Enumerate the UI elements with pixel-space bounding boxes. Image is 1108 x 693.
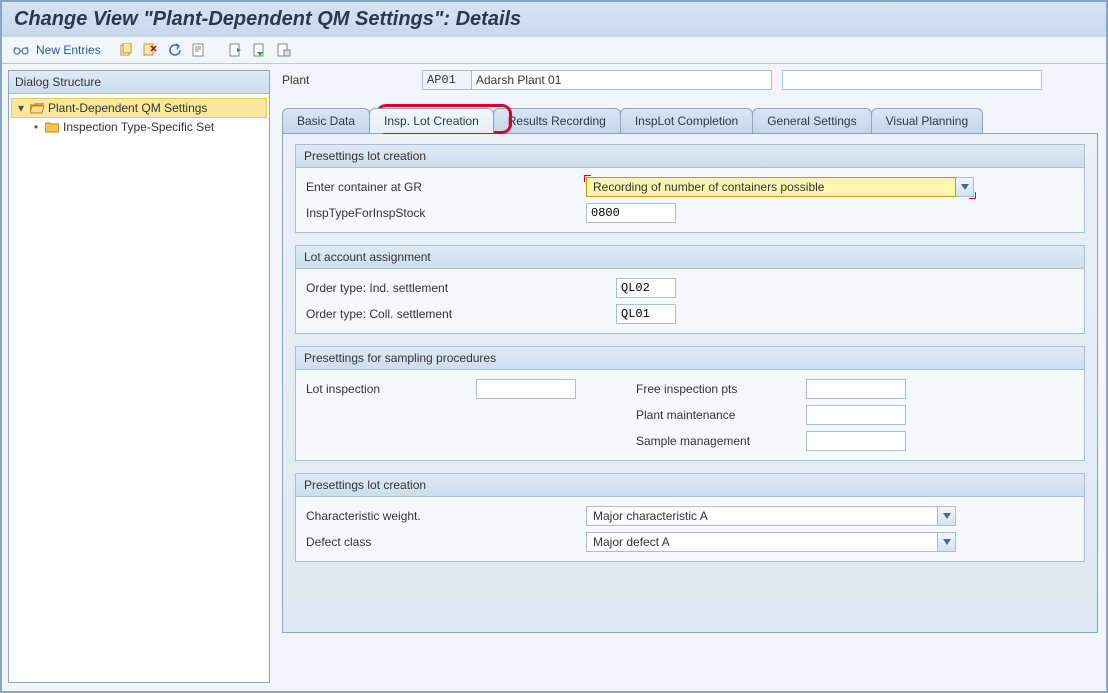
chevron-down-icon[interactable] [956, 177, 974, 197]
folder-icon [45, 122, 59, 133]
tab-insplot-completion[interactable]: InspLot Completion [620, 108, 753, 133]
free-insp-pts-label: Free inspection pts [636, 382, 796, 396]
insp-type-label: InspTypeForInspStock [306, 206, 576, 220]
plant-maintenance-label: Plant maintenance [636, 408, 796, 422]
plant-code[interactable]: AP01 [422, 70, 472, 90]
group-sampling-procedures: Presettings for sampling procedures Lot … [295, 346, 1085, 461]
free-insp-pts-input[interactable] [806, 379, 906, 399]
tree-toggle-icon[interactable]: ▾ [16, 101, 26, 115]
tab-insp-lot-creation[interactable]: Insp. Lot Creation [369, 108, 494, 133]
insp-type-input[interactable] [586, 203, 676, 223]
plant-extra-field[interactable] [782, 70, 1042, 90]
plant-row: Plant AP01 Adarsh Plant 01 [282, 70, 1098, 90]
group-header: Presettings lot creation [296, 145, 1084, 168]
tree-bullet-icon: • [31, 120, 41, 134]
tree-item-label: Plant-Dependent QM Settings [48, 101, 207, 115]
lot-inspection-input[interactable] [476, 379, 576, 399]
page-icon[interactable] [189, 41, 207, 59]
sidebar: Dialog Structure ▾ Plant-Dependent QM Se… [8, 70, 270, 683]
sample-mgmt-input[interactable] [806, 431, 906, 451]
undo-icon[interactable] [165, 41, 183, 59]
new-entries-link[interactable]: New Entries [36, 43, 101, 57]
copy-icon[interactable] [117, 41, 135, 59]
tab-content: Presettings lot creation Enter container… [282, 133, 1098, 633]
page-down-icon[interactable] [251, 41, 269, 59]
group-header: Presettings for sampling procedures [296, 347, 1084, 370]
group-header: Lot account assignment [296, 246, 1084, 269]
char-weight-label: Characteristic weight. [306, 509, 576, 523]
char-weight-dropdown[interactable]: Major characteristic A [586, 506, 956, 526]
coll-settlement-label: Order type: Coll. settlement [306, 307, 606, 321]
sample-mgmt-label: Sample management [636, 434, 796, 448]
chevron-down-icon[interactable] [938, 506, 956, 526]
dropdown-value: Major defect A [586, 532, 938, 552]
sidebar-header: Dialog Structure [9, 71, 269, 94]
tab-visual-planning[interactable]: Visual Planning [871, 108, 984, 133]
group-presettings-lot-creation-2: Presettings lot creation Characteristic … [295, 473, 1085, 562]
page-next-icon[interactable] [227, 41, 245, 59]
tab-results-recording[interactable]: Results Recording [493, 108, 621, 133]
tab-basic-data[interactable]: Basic Data [282, 108, 370, 133]
main-area: Dialog Structure ▾ Plant-Dependent QM Se… [2, 64, 1106, 683]
defect-class-dropdown[interactable]: Major defect A [586, 532, 956, 552]
chevron-down-icon[interactable] [938, 532, 956, 552]
folder-open-icon [30, 103, 44, 114]
title-bar: Change View "Plant-Dependent QM Settings… [2, 2, 1106, 37]
app-window: Change View "Plant-Dependent QM Settings… [0, 0, 1108, 693]
content: Plant AP01 Adarsh Plant 01 Basic Data In… [270, 64, 1106, 683]
glasses-icon[interactable] [12, 41, 30, 59]
tab-strip: Basic Data Insp. Lot Creation Results Re… [282, 108, 1098, 133]
ind-settlement-label: Order type: Ind. settlement [306, 281, 606, 295]
dropdown-value: Major characteristic A [586, 506, 938, 526]
group-header: Presettings lot creation [296, 474, 1084, 497]
delete-icon[interactable] [141, 41, 159, 59]
group-lot-account-assignment: Lot account assignment Order type: Ind. … [295, 245, 1085, 334]
tree: ▾ Plant-Dependent QM Settings • Inspecti… [9, 94, 269, 140]
ind-settlement-input[interactable] [616, 278, 676, 298]
dropdown-value: Recording of number of containers possib… [586, 177, 956, 197]
tree-item-insp-type[interactable]: • Inspection Type-Specific Set [11, 118, 267, 136]
page-title: Change View "Plant-Dependent QM Settings… [14, 8, 1094, 31]
plant-maintenance-input[interactable] [806, 405, 906, 425]
tab-general-settings[interactable]: General Settings [752, 108, 871, 133]
tree-item-label: Inspection Type-Specific Set [63, 120, 214, 134]
lot-inspection-label: Lot inspection [306, 382, 466, 396]
toolbar: New Entries [2, 37, 1106, 64]
page-config-icon[interactable] [275, 41, 293, 59]
tree-item-plant-qm[interactable]: ▾ Plant-Dependent QM Settings [11, 98, 267, 118]
plant-label: Plant [282, 73, 422, 87]
enter-container-dropdown[interactable]: Recording of number of containers possib… [586, 177, 974, 197]
enter-container-label: Enter container at GR [306, 180, 576, 194]
defect-class-label: Defect class [306, 535, 576, 549]
plant-desc: Adarsh Plant 01 [472, 70, 772, 90]
group-presettings-lot-creation: Presettings lot creation Enter container… [295, 144, 1085, 233]
coll-settlement-input[interactable] [616, 304, 676, 324]
